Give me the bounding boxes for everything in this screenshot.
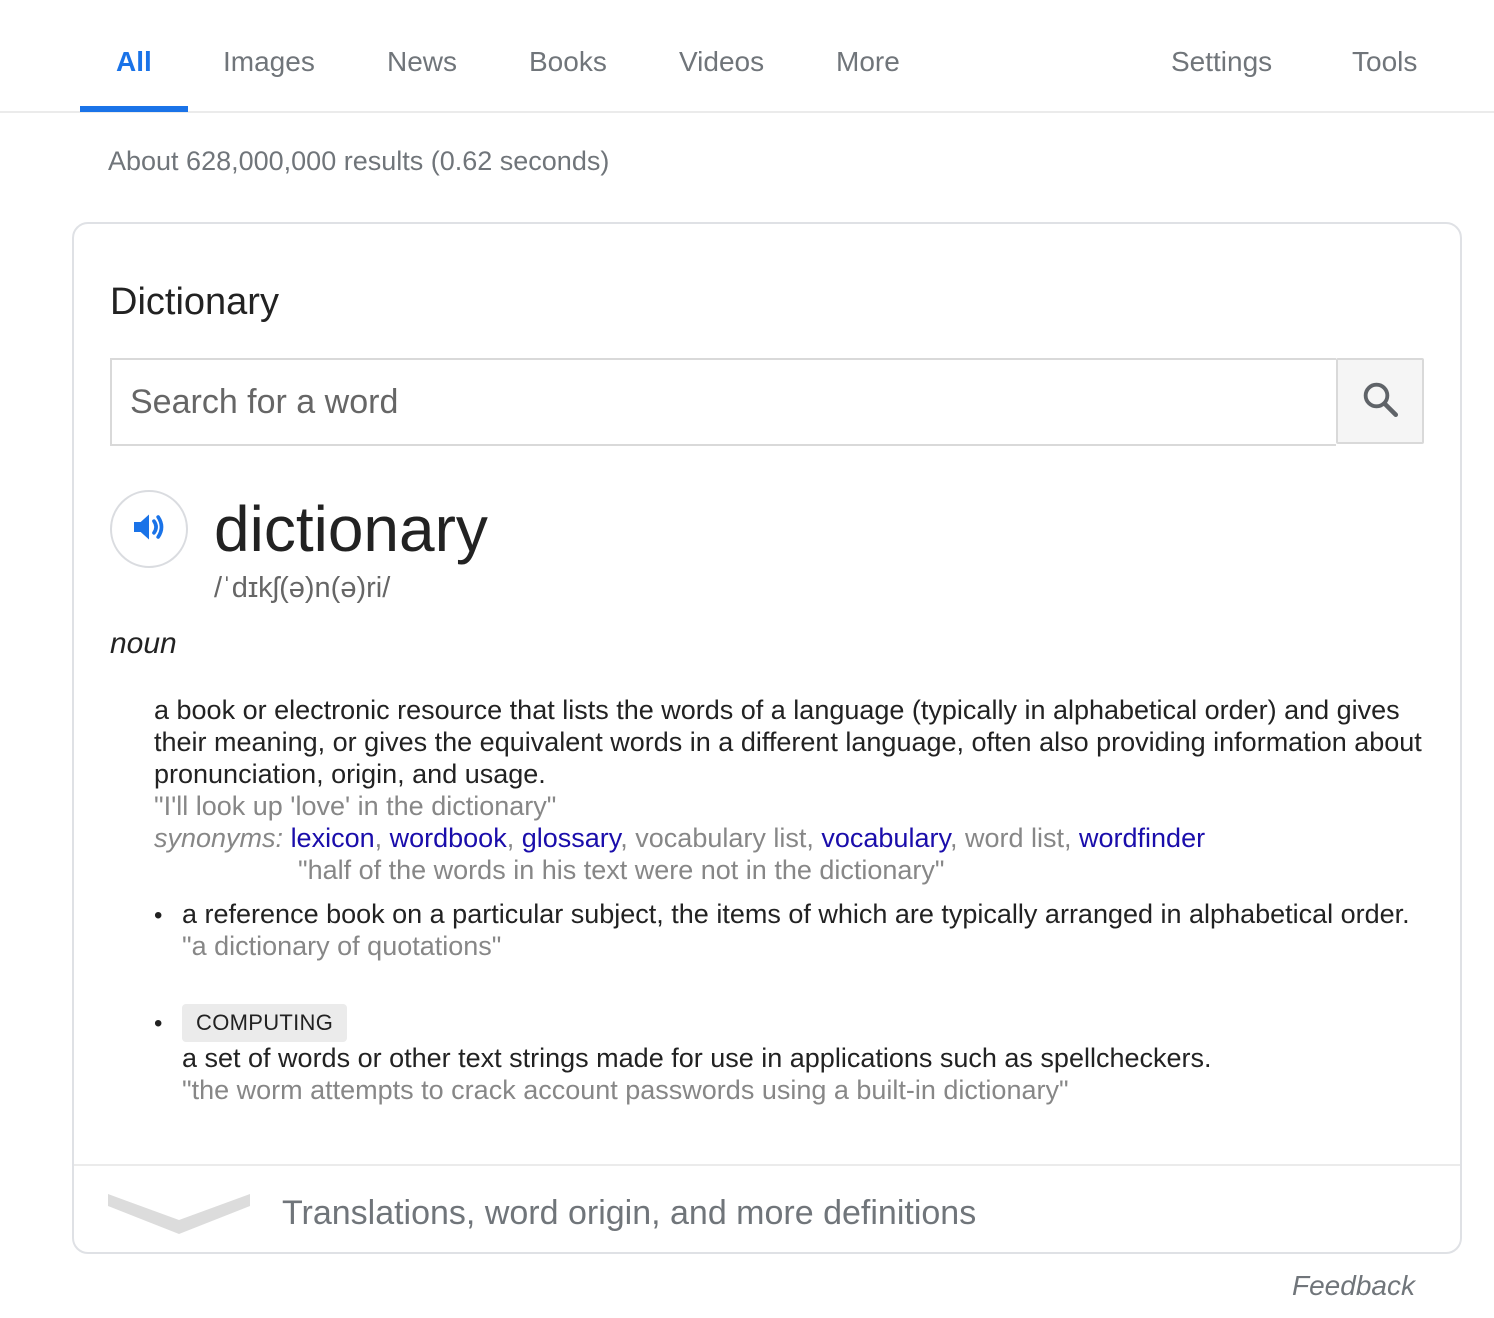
definition-text: a reference book on a particular subject… xyxy=(182,899,1410,929)
definition-example: "I'll look up 'love' in the dictionary" xyxy=(154,791,557,821)
tab-all[interactable]: All xyxy=(116,44,152,84)
more-definitions-label: Translations, word origin, and more defi… xyxy=(282,1194,977,1232)
synonym-word-list: word list xyxy=(964,823,1064,853)
definition-example: "the worm attempts to crack account pass… xyxy=(182,1075,1069,1105)
pronunciation-button[interactable] xyxy=(110,490,188,568)
synonym-vocabulary[interactable]: vocabulary xyxy=(821,823,950,853)
subject-tag: COMPUTING xyxy=(182,1004,348,1042)
search-icon xyxy=(1359,378,1401,425)
synonym-wordfinder[interactable]: wordfinder xyxy=(1079,823,1205,853)
synonym-glossary[interactable]: glossary xyxy=(522,823,621,853)
card-title: Dictionary xyxy=(110,281,279,323)
tab-more[interactable]: More xyxy=(836,44,900,84)
synonym-vocabulary-list: vocabulary list xyxy=(635,823,807,853)
chevron-down-icon xyxy=(108,1184,250,1239)
synonym-wordbook[interactable]: wordbook xyxy=(390,823,507,853)
feedback-link[interactable]: Feedback xyxy=(1292,1268,1415,1304)
tab-images[interactable]: Images xyxy=(223,44,315,84)
word-search-button[interactable] xyxy=(1336,358,1424,444)
definition-example: "a dictionary of quotations" xyxy=(182,931,502,961)
bullet-marker: • xyxy=(154,902,163,929)
definition-2: a reference book on a particular subject… xyxy=(182,898,1422,962)
tab-settings[interactable]: Settings xyxy=(1171,44,1272,84)
definition-3: a set of words or other text strings mad… xyxy=(182,1042,1422,1106)
tab-videos[interactable]: Videos xyxy=(679,44,764,84)
more-definitions-toggle[interactable]: Translations, word origin, and more defi… xyxy=(74,1166,1460,1252)
tab-books[interactable]: Books xyxy=(529,44,607,84)
search-nav-bar: All Images News Books Videos More Settin… xyxy=(0,0,1494,113)
tab-tools[interactable]: Tools xyxy=(1352,44,1417,84)
synonyms-label: synonyms: xyxy=(154,823,284,853)
part-of-speech: noun xyxy=(110,627,177,660)
synonym-lexicon[interactable]: lexicon xyxy=(291,823,375,853)
synonym-example: "half of the words in his text were not … xyxy=(298,855,945,885)
active-tab-indicator xyxy=(80,106,188,112)
dictionary-card: Dictionary dictionary /ˈdɪkʃ(ə)n(ə)ri/ n… xyxy=(72,222,1462,1254)
synonyms-row: synonyms: lexicon, wordbook, glossary, v… xyxy=(154,823,1206,853)
definition-text: a book or electronic resource that lists… xyxy=(154,695,1422,789)
speaker-icon xyxy=(129,507,169,552)
word-search-input[interactable] xyxy=(110,358,1336,446)
search-results-page: All Images News Books Videos More Settin… xyxy=(0,0,1494,1318)
headword: dictionary xyxy=(214,493,488,565)
result-stats: About 628,000,000 results (0.62 seconds) xyxy=(108,146,610,176)
definition-text: a set of words or other text strings mad… xyxy=(182,1043,1212,1073)
definition-1: a book or electronic resource that lists… xyxy=(154,694,1424,886)
tab-news[interactable]: News xyxy=(387,44,457,84)
phonetic-spelling: /ˈdɪkʃ(ə)n(ə)ri/ xyxy=(214,572,391,604)
bullet-marker: • xyxy=(154,1010,163,1037)
